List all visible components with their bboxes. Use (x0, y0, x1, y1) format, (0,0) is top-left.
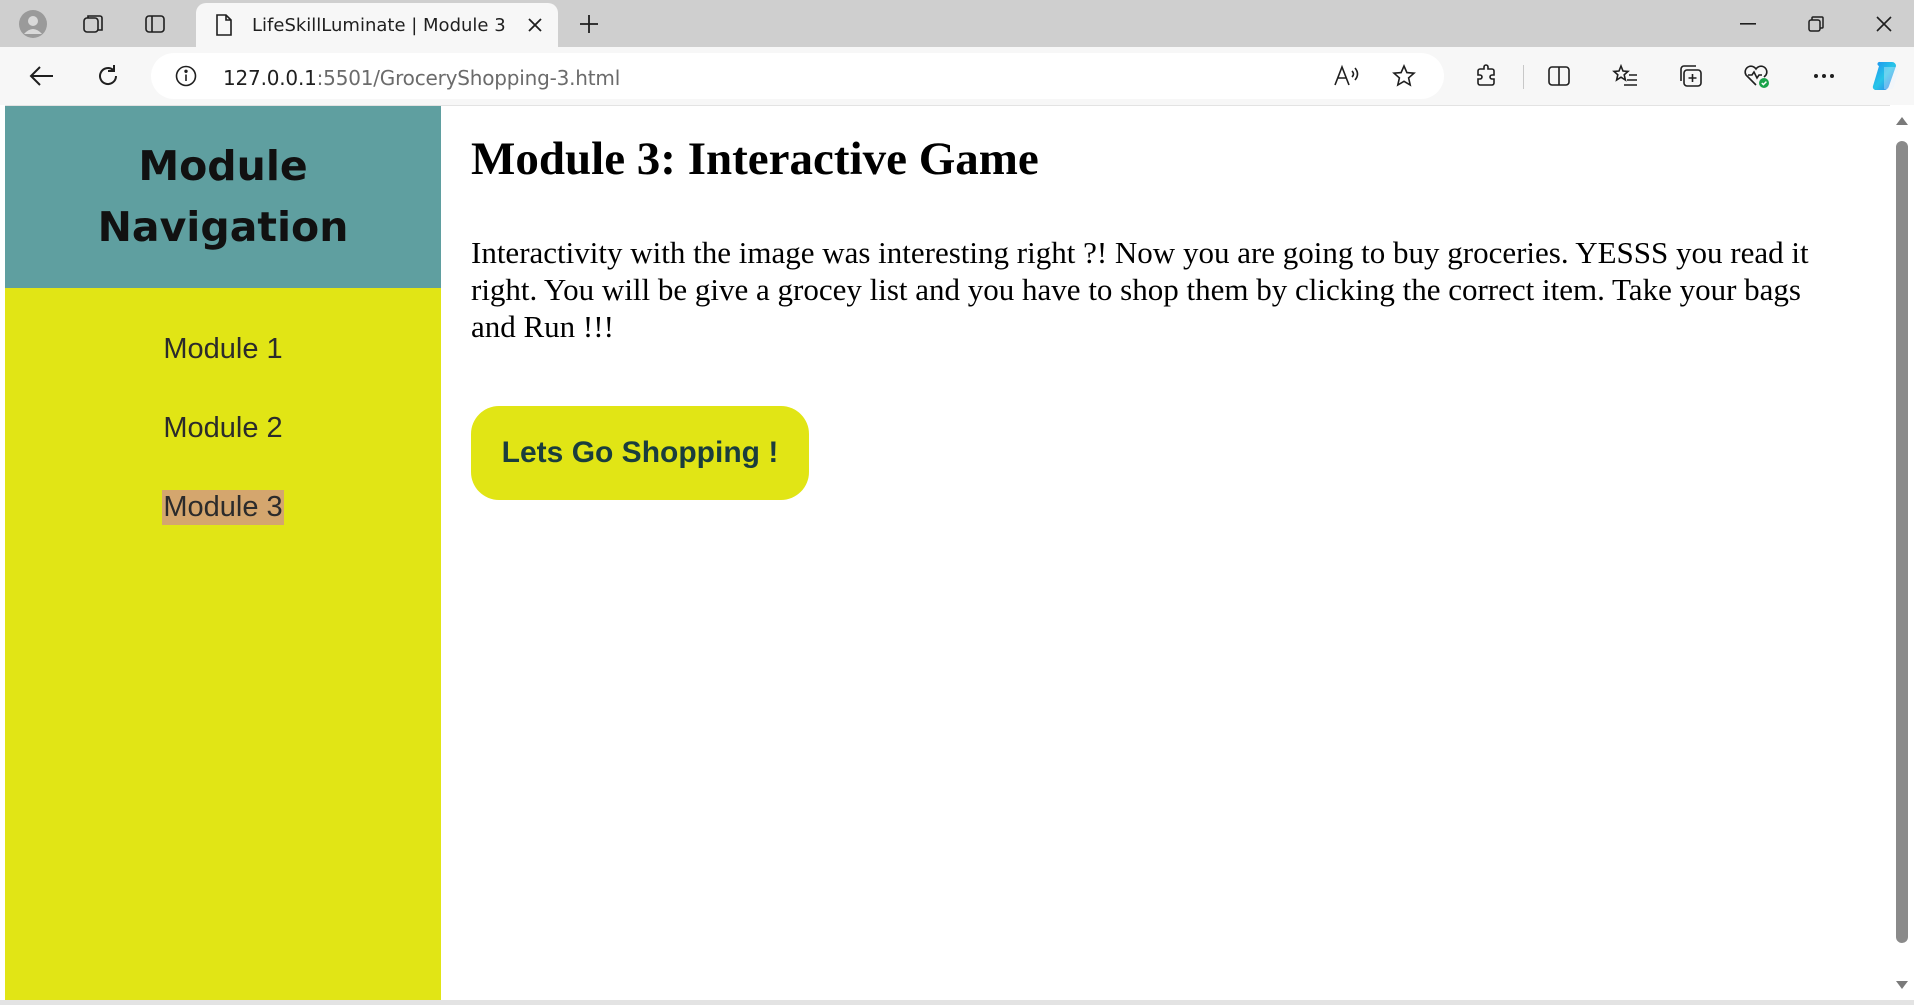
toolbar-separator (1523, 65, 1524, 89)
browser-essentials-icon[interactable] (1737, 57, 1777, 95)
new-tab-plus-icon[interactable] (570, 7, 608, 41)
nav-link-label[interactable]: Module 3 (162, 490, 284, 525)
vertical-tabs-icon[interactable] (136, 7, 174, 41)
module-sidebar: Module Navigation Module 1 Module 2 Modu… (5, 106, 441, 1001)
address-bar[interactable]: 127.0.0.1:5501/GroceryShopping-3.html (151, 53, 1444, 99)
nav-link-module-2[interactable]: Module 2 (5, 411, 441, 446)
nav-link-module-1[interactable]: Module 1 (5, 332, 441, 367)
sidebar-header: Module Navigation (5, 106, 441, 288)
minimize-icon[interactable] (1714, 0, 1782, 47)
restore-icon[interactable] (1782, 0, 1850, 47)
active-tab[interactable]: LifeSkillLuminate | Module 3 (196, 3, 558, 47)
more-options-icon[interactable] (1804, 57, 1844, 95)
nav-link-label[interactable]: Module 2 (162, 411, 283, 446)
read-aloud-icon[interactable] (1333, 64, 1359, 93)
scroll-up-arrow-icon[interactable] (1894, 113, 1910, 129)
start-shopping-button[interactable]: Lets Go Shopping ! (471, 406, 809, 500)
site-info-icon[interactable] (175, 65, 197, 92)
extensions-icon[interactable] (1467, 57, 1507, 95)
nav-link-module-3[interactable]: Module 3 (5, 490, 441, 525)
reload-icon[interactable] (88, 57, 128, 95)
close-tab-icon[interactable] (522, 12, 548, 38)
main-content: Module 3: Interactive Game Interactivity… (471, 106, 1871, 1001)
tab-title: LifeSkillLuminate | Module 3 (252, 15, 506, 36)
page-scrollbar[interactable] (1890, 105, 1914, 1000)
copilot-icon[interactable] (1867, 57, 1907, 95)
intro-paragraph: Interactivity with the image was interes… (471, 235, 1809, 344)
split-screen-icon[interactable] (1539, 57, 1579, 95)
favorite-star-icon[interactable] (1392, 64, 1416, 93)
page-title: Module 3: Interactive Game (471, 133, 1039, 185)
url-host: 127.0.0.1 (223, 66, 317, 90)
scroll-down-arrow-icon[interactable] (1894, 977, 1910, 993)
url-text[interactable]: 127.0.0.1:5501/GroceryShopping-3.html (223, 66, 620, 90)
close-window-icon[interactable] (1850, 0, 1914, 47)
collections-icon[interactable] (1671, 57, 1711, 95)
scrollbar-thumb[interactable] (1896, 141, 1908, 943)
browser-toolbar: 127.0.0.1:5501/GroceryShopping-3.html (0, 47, 1914, 105)
browser-title-bar: LifeSkillLuminate | Module 3 (0, 0, 1914, 47)
workspaces-icon[interactable] (74, 7, 112, 41)
profile-avatar-icon[interactable] (14, 7, 52, 41)
nav-link-label[interactable]: Module 1 (162, 332, 283, 367)
back-arrow-icon[interactable] (22, 57, 62, 95)
page-icon (214, 14, 234, 41)
window-bottom-border (0, 1000, 1914, 1005)
sidebar-title: Module Navigation (97, 142, 349, 251)
url-path: :5501/GroceryShopping-3.html (316, 66, 621, 90)
favorites-list-icon[interactable] (1605, 57, 1645, 95)
page-viewport: Module Navigation Module 1 Module 2 Modu… (5, 105, 1914, 1001)
